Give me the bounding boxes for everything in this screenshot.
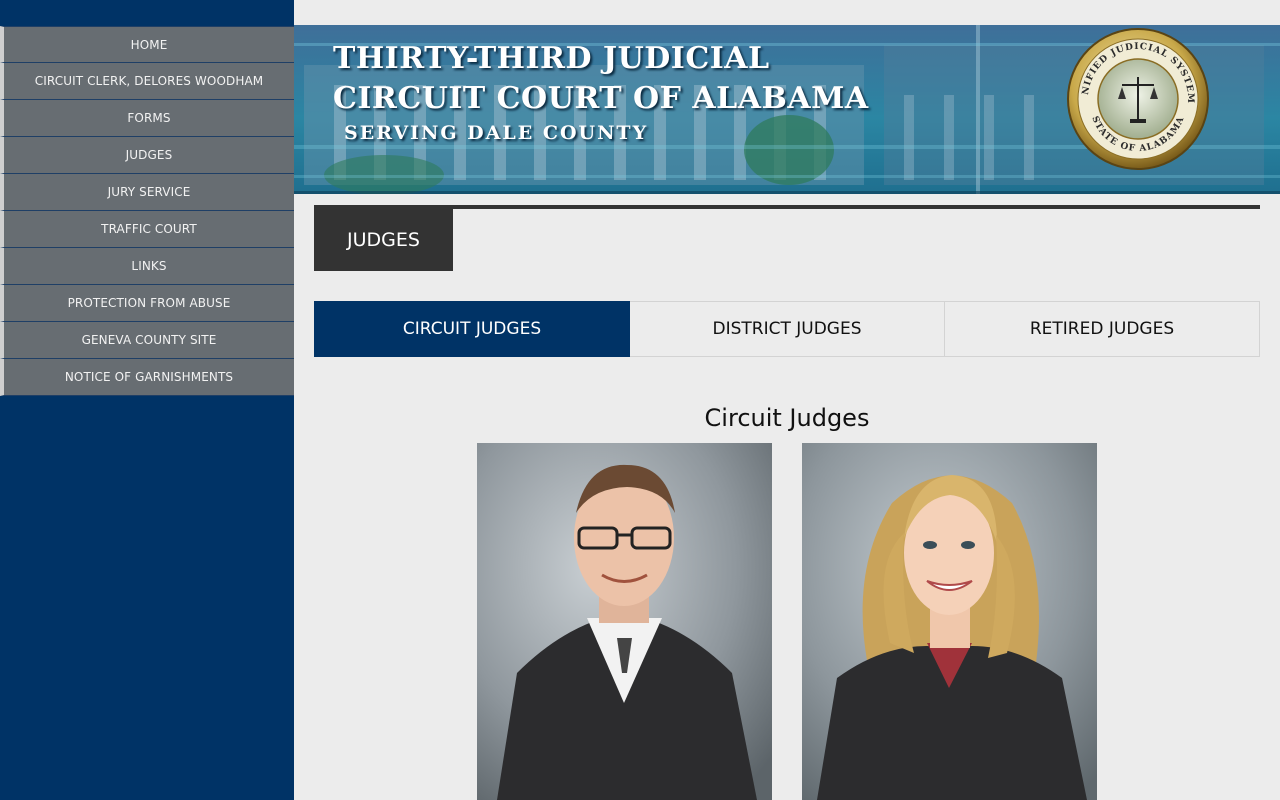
judge-photo: [802, 443, 1097, 800]
sidebar-item-traffic-court[interactable]: TRAFFIC COURT: [0, 211, 294, 248]
sidebar-item-forms[interactable]: FORMS: [0, 100, 294, 137]
tab-circuit-judges[interactable]: CIRCUIT JUDGES: [314, 301, 630, 357]
header-banner: THIRTY-THIRD JUDICIAL CIRCUIT COURT OF A…: [294, 25, 1280, 194]
sidebar: HOME CIRCUIT CLERK, DELORES WOODHAM FORM…: [0, 0, 294, 800]
section-title: Circuit Judges: [704, 404, 870, 432]
sidebar-item-circuit-clerk[interactable]: CIRCUIT CLERK, DELORES WOODHAM: [0, 63, 294, 100]
sidebar-item-protection-from-abuse[interactable]: PROTECTION FROM ABUSE: [0, 285, 294, 322]
sidebar-item-notice-of-garnishments[interactable]: NOTICE OF GARNISHMENTS: [0, 359, 294, 396]
sidebar-nav: HOME CIRCUIT CLERK, DELORES WOODHAM FORM…: [0, 26, 294, 396]
sidebar-item-judges[interactable]: JUDGES: [0, 137, 294, 174]
tab-district-judges[interactable]: DISTRICT JUDGES: [630, 301, 945, 357]
sidebar-item-geneva-county-site[interactable]: GENEVA COUNTY SITE: [0, 322, 294, 359]
site-title-line-1: THIRTY-THIRD JUDICIAL: [333, 41, 770, 76]
site-title: THIRTY-THIRD JUDICIAL CIRCUIT COURT OF A…: [333, 39, 869, 119]
sidebar-item-links[interactable]: LINKS: [0, 248, 294, 285]
site-subtitle: SERVING DALE COUNTY: [344, 122, 649, 144]
tab-retired-judges[interactable]: RETIRED JUDGES: [945, 301, 1260, 357]
alabama-judicial-seal-icon: UNIFIED JUDICIAL SYSTEM STATE OF ALABAMA: [1066, 27, 1209, 170]
judges-tabs: CIRCUIT JUDGES DISTRICT JUDGES RETIRED J…: [314, 301, 1260, 357]
site-title-line-2: CIRCUIT COURT OF ALABAMA: [333, 81, 869, 116]
sidebar-item-jury-service[interactable]: JURY SERVICE: [0, 174, 294, 211]
heading-rule: [314, 205, 1260, 209]
page-title: JUDGES: [314, 209, 453, 271]
judge-photo: [477, 443, 772, 800]
sidebar-item-home[interactable]: HOME: [0, 26, 294, 63]
